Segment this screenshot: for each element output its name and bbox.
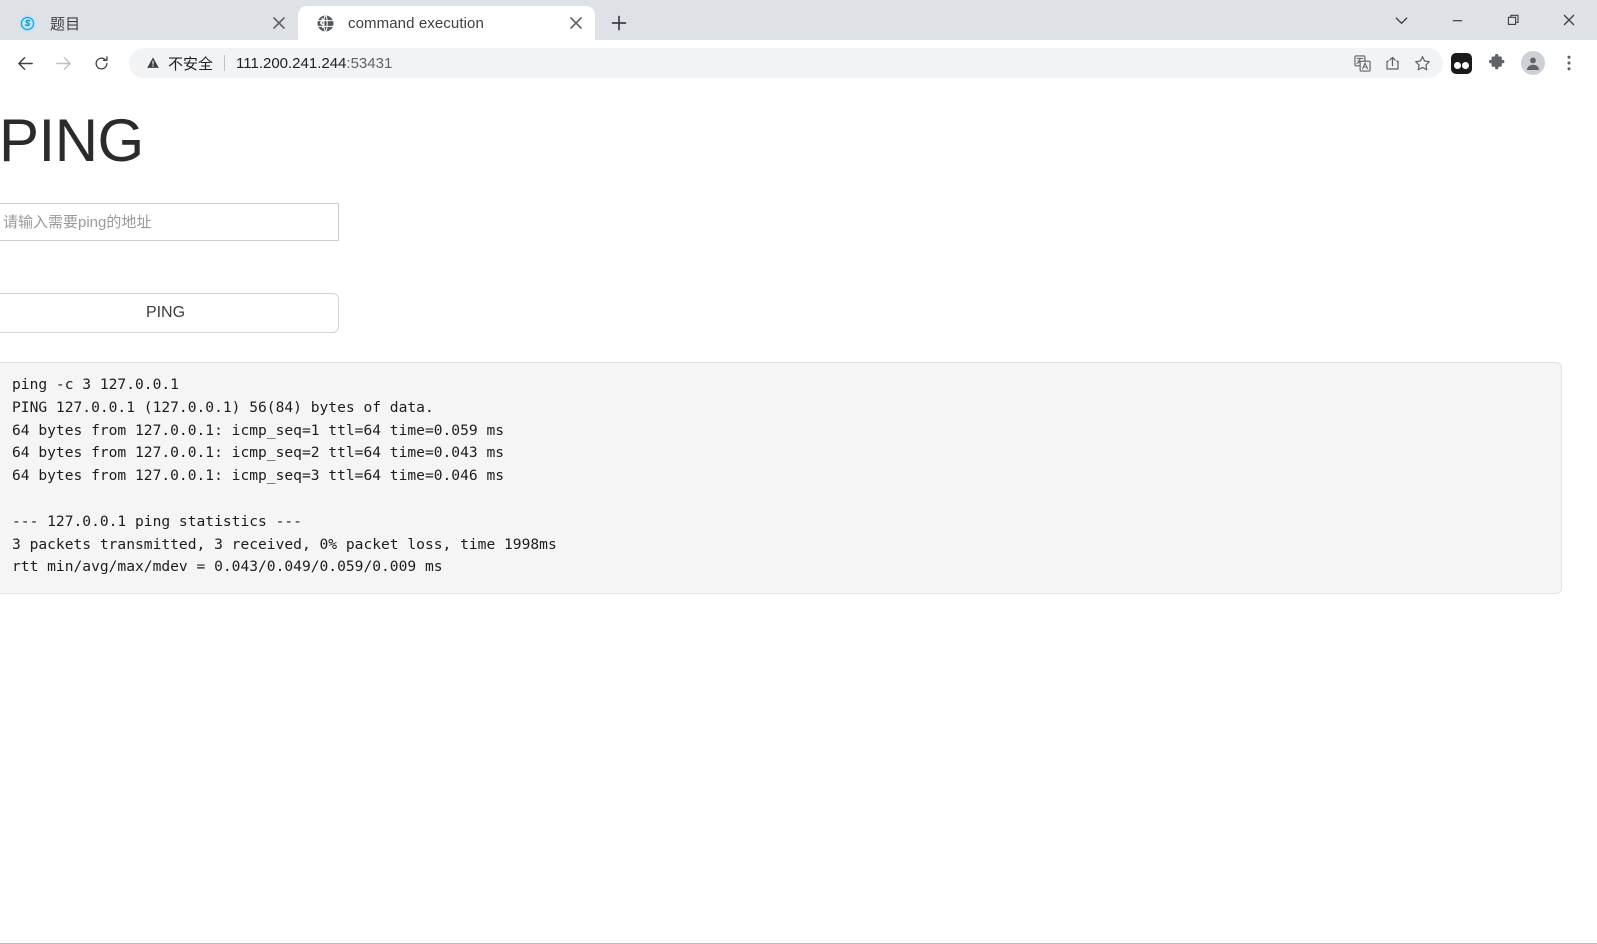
not-secure-warning-icon[interactable]	[145, 55, 161, 71]
browser-window: 题目 command execution 不安全 111.200.241.244…	[0, 0, 1597, 944]
site-favicon-blue-icon	[18, 14, 37, 33]
tab-command-execution[interactable]: command execution	[298, 6, 595, 40]
ping-page: PING PING ping -c 3 127.0.0.1 PING 127.0…	[0, 86, 1567, 595]
more-menu-icon[interactable]	[1551, 45, 1587, 81]
ping-output-box: ping -c 3 127.0.0.1 PING 127.0.0.1 (127.…	[0, 362, 1562, 595]
tab-close-icon[interactable]	[563, 10, 589, 36]
translate-icon[interactable]	[1347, 48, 1377, 78]
back-button[interactable]	[6, 44, 44, 82]
reload-icon	[95, 55, 108, 69]
browser-toolbar: 不安全 111.200.241.244:53431	[0, 40, 1597, 86]
page-viewport: PING PING ping -c 3 127.0.0.1 PING 127.0…	[0, 86, 1597, 944]
chevron-down-icon	[1395, 16, 1407, 24]
close-icon	[1563, 14, 1575, 26]
extension-black-icon[interactable]	[1443, 45, 1479, 81]
forward-icon	[55, 56, 71, 70]
tab-strip: 题目 command execution	[0, 0, 1597, 40]
extension-dot-left	[1453, 62, 1461, 69]
new-tab-button[interactable]	[599, 6, 639, 40]
profile-avatar-icon[interactable]	[1515, 45, 1551, 81]
url-host: 111.200.241.244	[236, 54, 347, 72]
security-label: 不安全	[168, 55, 214, 73]
window-controls	[1373, 0, 1597, 40]
tab-search-button[interactable]	[1373, 0, 1429, 40]
page-title: PING	[0, 107, 144, 174]
tab-title: 题目	[50, 15, 81, 33]
address-bar[interactable]: 不安全 111.200.241.244:53431	[129, 48, 1443, 78]
tab-close-icon[interactable]	[266, 10, 292, 36]
puzzle-piece-icon[interactable]	[1479, 45, 1515, 81]
ping-output-text: ping -c 3 127.0.0.1 PING 127.0.0.1 (127.…	[12, 376, 557, 576]
url-port: :53431	[346, 54, 393, 72]
ping-submit-button[interactable]: PING	[0, 293, 339, 333]
avatar	[1521, 51, 1545, 75]
restore-icon	[1507, 14, 1519, 25]
url-text: 111.200.241.244:53431	[236, 55, 1347, 72]
tab-title: command execution	[348, 14, 484, 32]
minimize-button[interactable]	[1429, 0, 1485, 40]
share-icon[interactable]	[1377, 48, 1407, 78]
toolbar-right-icons	[1443, 45, 1587, 81]
tab-题目[interactable]: 题目	[0, 6, 298, 40]
extension-glyph	[1450, 52, 1472, 74]
globe-icon	[316, 14, 335, 33]
forward-button[interactable]	[44, 44, 82, 82]
ping-address-input[interactable]	[0, 203, 339, 241]
extension-dot-right	[1461, 62, 1469, 69]
reload-button[interactable]	[82, 44, 120, 82]
bookmark-star-icon[interactable]	[1407, 48, 1437, 78]
plus-icon	[611, 15, 627, 31]
restore-button[interactable]	[1485, 0, 1541, 40]
omnibox-actions	[1347, 48, 1437, 78]
omnibox-divider	[224, 55, 226, 71]
back-icon	[17, 56, 33, 70]
close-button[interactable]	[1541, 0, 1597, 40]
minimize-icon	[1452, 19, 1462, 21]
